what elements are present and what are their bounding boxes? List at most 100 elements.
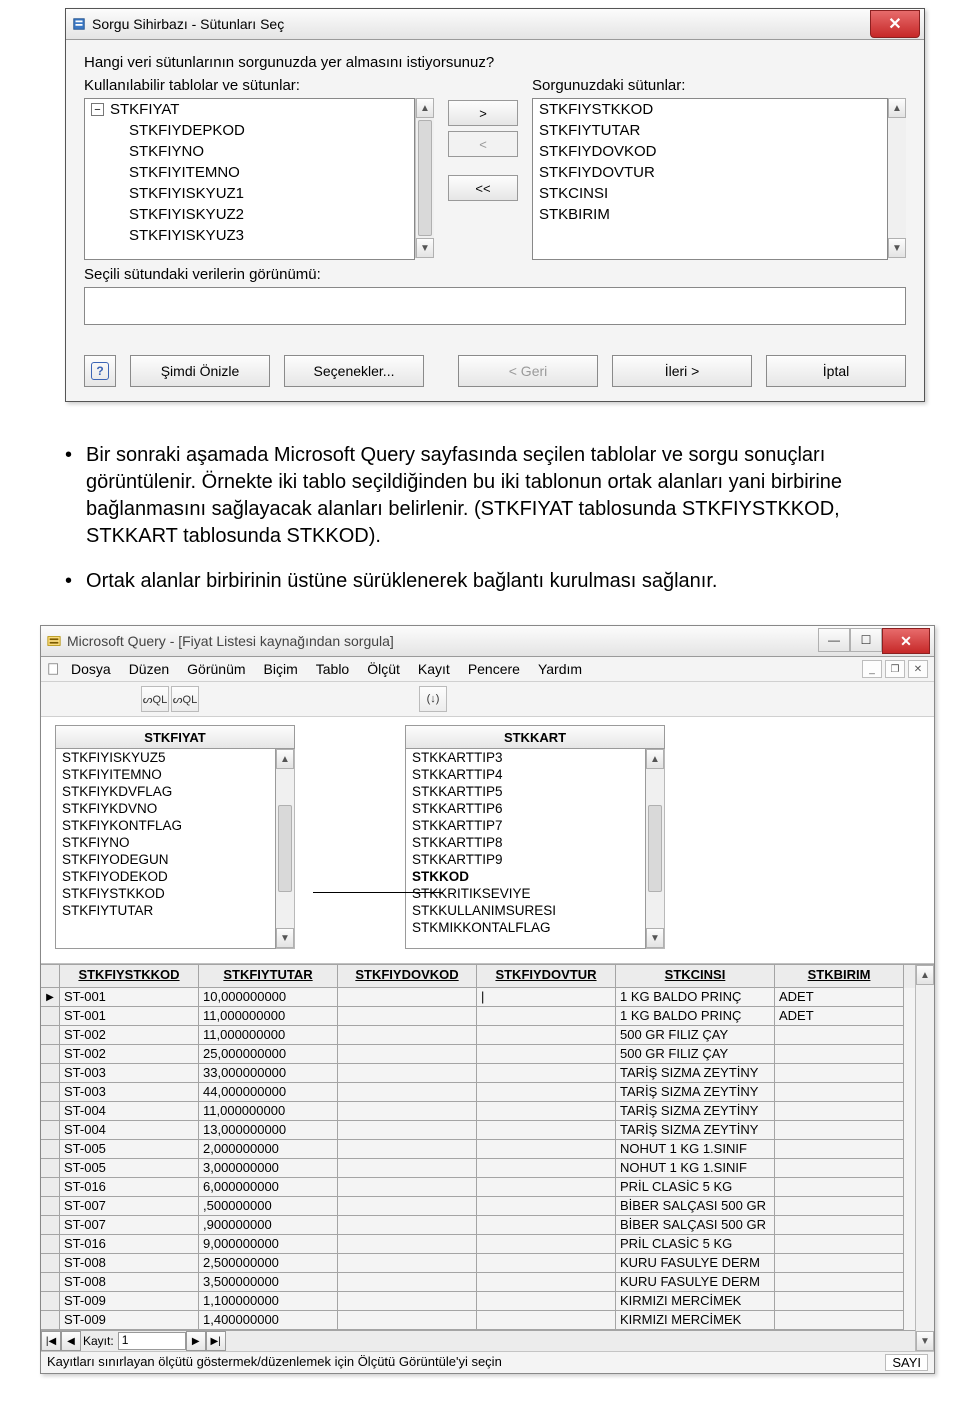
wizard-close-button[interactable]: ✕ <box>870 10 920 38</box>
table-header[interactable]: STKFIYAT <box>55 725 295 749</box>
table-row[interactable]: ST-0053,000000000NOHUT 1 KG 1.SINIF <box>41 1159 915 1178</box>
table-row[interactable]: ST-0166,000000000PRİL CLASİC 5 KG <box>41 1178 915 1197</box>
grid-cell[interactable]: KIRMIZI MERCİMEK <box>616 1292 775 1311</box>
grid-cell[interactable] <box>338 1121 477 1140</box>
grid-cell[interactable]: 11,000000000 <box>199 1102 338 1121</box>
grid-cell[interactable]: TARİŞ SIZMA ZEYTİNY <box>616 1102 775 1121</box>
menu-edit[interactable]: Düzen <box>129 661 169 677</box>
grid-cell[interactable]: 44,000000000 <box>199 1083 338 1102</box>
menu-table[interactable]: Tablo <box>316 661 349 677</box>
collapse-icon[interactable]: − <box>91 103 104 116</box>
grid-cell[interactable] <box>338 1254 477 1273</box>
cancel-button[interactable]: İptal <box>766 355 906 387</box>
record-prev-button[interactable]: ◀ <box>61 1331 81 1351</box>
grid-cell[interactable] <box>477 1235 616 1254</box>
grid-cell[interactable]: TARİŞ SIZMA ZEYTİNY <box>616 1121 775 1140</box>
grid-cell[interactable] <box>338 1064 477 1083</box>
grid-cell[interactable] <box>477 1064 616 1083</box>
column-header[interactable]: STKBIRIM <box>775 965 904 988</box>
record-number-input[interactable]: 1 <box>118 1332 186 1350</box>
field-item[interactable]: STKKARTTIP4 <box>406 766 645 783</box>
tree-item[interactable]: STKFIYDEPKOD <box>85 120 414 141</box>
grid-cell[interactable] <box>338 1216 477 1235</box>
grid-cell[interactable] <box>477 1045 616 1064</box>
scroll-up-icon[interactable]: ▲ <box>416 98 434 118</box>
field-item[interactable]: STKFIYKDVNO <box>56 800 275 817</box>
table-row[interactable]: ST-00411,000000000 TARİŞ SIZMA ZEYTİNY <box>41 1102 915 1121</box>
grid-cell[interactable] <box>338 1311 477 1330</box>
table-row[interactable]: ST-00413,000000000 TARİŞ SIZMA ZEYTİNY <box>41 1121 915 1140</box>
column-header[interactable]: STKCINSI <box>616 965 775 988</box>
scroll-down-icon[interactable]: ▼ <box>416 238 434 258</box>
scroll-up-icon[interactable]: ▲ <box>276 749 294 769</box>
grid-cell[interactable]: ST-004 <box>60 1102 199 1121</box>
grid-cell[interactable]: 11,000000000 <box>199 1007 338 1026</box>
record-last-button[interactable]: ▶| <box>206 1331 226 1351</box>
grid-cell[interactable]: BİBER SALÇASI 500 GR <box>616 1197 775 1216</box>
selected-item[interactable]: STKFIYDOVTUR <box>533 162 887 183</box>
selected-item[interactable]: STKFIYDOVKOD <box>533 141 887 162</box>
grid-cell[interactable] <box>775 1197 904 1216</box>
field-item[interactable]: STKKARTTIP6 <box>406 800 645 817</box>
grid-cell[interactable]: 2,500000000 <box>199 1254 338 1273</box>
grid-cell[interactable] <box>338 1178 477 1197</box>
preview-now-button[interactable]: Şimdi Önizle <box>130 355 270 387</box>
grid-cell[interactable] <box>477 1216 616 1235</box>
toolbar-run-button[interactable]: (↓) <box>419 686 447 712</box>
grid-cell[interactable] <box>477 1273 616 1292</box>
grid-cell[interactable]: 3,000000000 <box>199 1159 338 1178</box>
grid-cell[interactable]: 9,000000000 <box>199 1235 338 1254</box>
tree-item[interactable]: STKFIYISKYUZ3 <box>85 225 414 246</box>
grid-cell[interactable]: PRİL CLASİC 5 KG <box>616 1178 775 1197</box>
field-item[interactable]: STKFIYNO <box>56 834 275 851</box>
grid-cell[interactable] <box>338 1235 477 1254</box>
remove-all-button[interactable]: << <box>448 175 518 201</box>
tree-item[interactable]: STKFIYNO <box>85 141 414 162</box>
table-row[interactable]: ST-00344,000000000TARİŞ SIZMA ZEYTİNY <box>41 1083 915 1102</box>
add-column-button[interactable]: > <box>448 100 518 126</box>
grid-cell[interactable] <box>775 1178 904 1197</box>
scroll-down-icon[interactable]: ▼ <box>276 928 294 948</box>
grid-cell[interactable] <box>775 1273 904 1292</box>
scroll-up-icon[interactable]: ▲ <box>916 965 934 985</box>
grid-cell[interactable] <box>775 1140 904 1159</box>
grid-cell[interactable]: TARİŞ SIZMA ZEYTİNY <box>616 1064 775 1083</box>
move-up-icon[interactable]: ▲ <box>888 98 906 118</box>
grid-cell[interactable] <box>775 1121 904 1140</box>
back-button[interactable]: < Geri <box>458 355 598 387</box>
grid-cell[interactable]: KURU FASULYE DERM <box>616 1254 775 1273</box>
grid-cell[interactable]: ST-004 <box>60 1121 199 1140</box>
selected-item[interactable]: STKFIYTUTAR <box>533 120 887 141</box>
move-down-icon[interactable]: ▼ <box>888 238 906 258</box>
grid-cell[interactable] <box>775 1254 904 1273</box>
field-item[interactable]: STKKRITIKSEVIYE <box>406 885 645 902</box>
field-item[interactable]: STKFIYODEGUN <box>56 851 275 868</box>
grid-cell[interactable]: 13,000000000 <box>199 1121 338 1140</box>
child-close-button[interactable]: ✕ <box>908 660 928 678</box>
grid-cell[interactable]: PRİL CLASİC 5 KG <box>616 1235 775 1254</box>
field-item[interactable]: STKKARTTIP3 <box>406 749 645 766</box>
grid-cell[interactable]: NOHUT 1 KG 1.SINIF <box>616 1159 775 1178</box>
grid-cell[interactable]: ,900000000 <box>199 1216 338 1235</box>
table-row[interactable]: ST-007,900000000BİBER SALÇASI 500 GR <box>41 1216 915 1235</box>
field-item[interactable]: STKFIYKDVFLAG <box>56 783 275 800</box>
grid-cell[interactable] <box>775 1026 904 1045</box>
grid-cell[interactable]: ,500000000 <box>199 1197 338 1216</box>
grid-cell[interactable]: ADET <box>775 988 904 1007</box>
menu-view[interactable]: Görünüm <box>187 661 245 677</box>
grid-cell[interactable]: ST-005 <box>60 1140 199 1159</box>
grid-cell[interactable]: ST-003 <box>60 1083 199 1102</box>
tree-root[interactable]: − STKFIYAT <box>85 99 414 120</box>
field-item[interactable]: STKKARTTIP7 <box>406 817 645 834</box>
grid-cell[interactable] <box>338 1273 477 1292</box>
record-first-button[interactable]: |◀ <box>41 1331 61 1351</box>
grid-cell[interactable]: BİBER SALÇASI 500 GR <box>616 1216 775 1235</box>
table-row[interactable]: ST-0169,000000000PRİL CLASİC 5 KG <box>41 1235 915 1254</box>
grid-cell[interactable] <box>338 1140 477 1159</box>
grid-cell[interactable]: NOHUT 1 KG 1.SINIF <box>616 1140 775 1159</box>
table-row[interactable]: ▶ST-00110,000000000|1 KG BALDO PRINÇADET <box>41 988 915 1007</box>
grid-cell[interactable] <box>775 1216 904 1235</box>
menu-record[interactable]: Kayıt <box>418 661 450 677</box>
grid-cell[interactable] <box>477 1292 616 1311</box>
grid-cell[interactable]: 33,000000000 <box>199 1064 338 1083</box>
